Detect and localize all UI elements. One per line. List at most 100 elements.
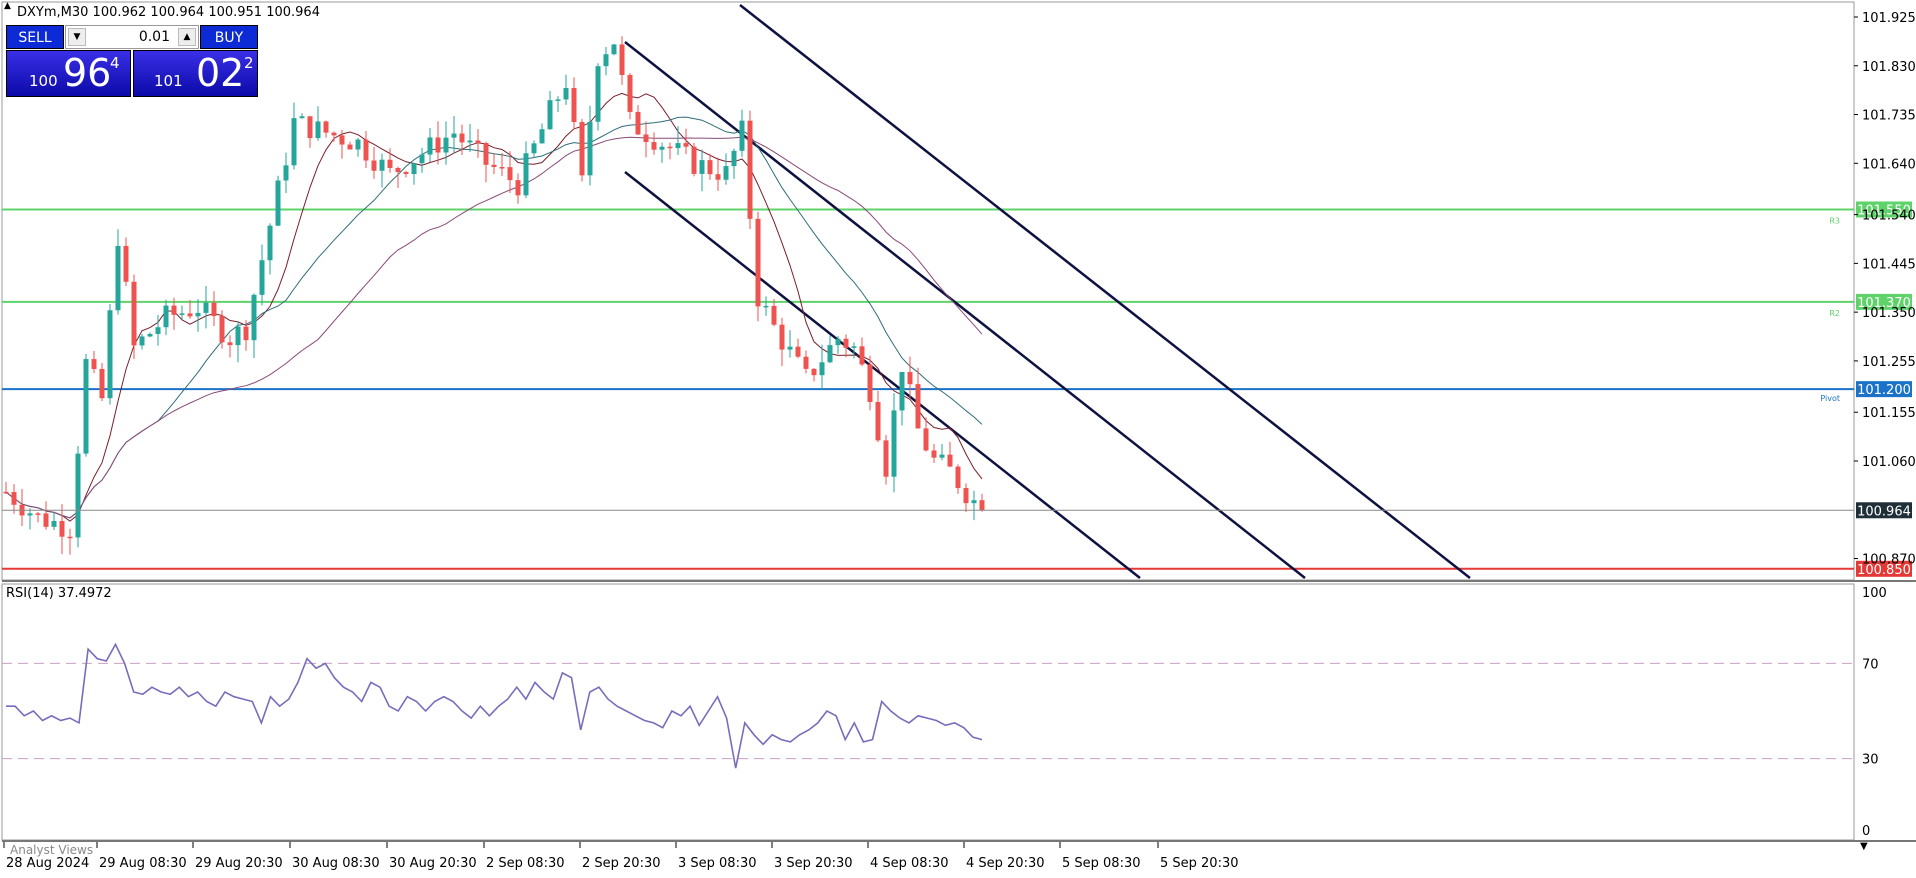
candle-body (75, 453, 81, 538)
candle-body (963, 488, 969, 504)
candle-body (363, 139, 369, 161)
price-tick-label: 101.060 (1862, 455, 1916, 470)
time-tick-label: 3 Sep 08:30 (678, 856, 757, 871)
candle-body (627, 74, 633, 112)
candle-body (595, 66, 601, 122)
rsi-tick-label: 100 (1862, 586, 1887, 601)
main-chart-frame (1, 1, 1855, 581)
candle-body (787, 346, 793, 350)
sell-price-button[interactable]: 100 96 4 (6, 50, 131, 97)
candle-body (843, 338, 849, 348)
candle-body (723, 166, 729, 180)
candle-body (171, 305, 177, 315)
time-tick-label: 29 Aug 08:30 (99, 856, 187, 871)
candle-body (611, 44, 617, 55)
candle-body (411, 163, 417, 174)
candle-body (331, 132, 337, 136)
price-tick-label: 101.540 (1862, 209, 1916, 224)
price-tick-label: 101.255 (1862, 355, 1916, 370)
sell-price-prefix: 100 (29, 72, 58, 90)
candle-body (323, 121, 329, 133)
candle-body (739, 120, 745, 151)
candle-body (267, 225, 273, 261)
price-tick-label: 100.870 (1862, 553, 1916, 568)
candle-body (707, 160, 713, 175)
candle-body (859, 346, 865, 365)
candle-body (819, 362, 825, 376)
candle-body (555, 99, 561, 101)
candle-body (835, 338, 841, 346)
chart-title: DXYm,M30 100.962 100.964 100.951 100.964 (17, 5, 320, 20)
candle-body (51, 521, 57, 527)
chart-canvas[interactable]: 101.550R3101.370R2101.200Pivot100.850 10… (0, 0, 1916, 874)
candle-body (619, 44, 625, 75)
candle-body (435, 137, 441, 153)
time-tick-label: 29 Aug 20:30 (195, 856, 283, 871)
candle-body (3, 491, 9, 494)
candle-body (803, 356, 809, 369)
lot-size-box: ▼ ▲ (65, 25, 199, 49)
candle-body (387, 159, 393, 168)
candle-body (459, 133, 465, 143)
candle-body (155, 327, 161, 334)
level-tag: R3 (1829, 216, 1840, 225)
candle-body (299, 116, 305, 119)
sell-button[interactable]: SELL (6, 25, 64, 49)
candle-body (875, 401, 881, 441)
candle-body (339, 135, 345, 145)
candle-body (203, 302, 209, 313)
candle-body (139, 336, 145, 346)
buy-price-fraction: 2 (244, 54, 254, 72)
current-price-label: 100.964 (1857, 504, 1911, 519)
candle-body (107, 310, 113, 399)
candle-body (163, 305, 169, 328)
candle-body (731, 150, 737, 167)
sell-price-main: 96 (63, 51, 112, 95)
candle-body (563, 88, 569, 100)
candle-body (219, 316, 225, 343)
candle-body (907, 372, 913, 385)
candle-body (971, 500, 977, 504)
rsi-tick-label: 70 (1862, 657, 1879, 672)
lot-increase-icon[interactable]: ▲ (178, 28, 196, 46)
buy-button[interactable]: BUY (200, 25, 258, 49)
time-tick-label: 4 Sep 08:30 (870, 856, 949, 871)
candle-body (891, 410, 897, 477)
candle-body (763, 305, 769, 308)
candle-body (579, 122, 585, 176)
candle-body (547, 100, 553, 130)
lot-size-input[interactable] (90, 27, 170, 47)
candle-body (347, 144, 353, 150)
candle-body (899, 372, 905, 411)
candle-body (67, 536, 73, 539)
price-tick-label: 101.925 (1862, 11, 1916, 26)
candle-body (419, 154, 425, 164)
candle-body (115, 245, 121, 311)
bottom-tab-label[interactable]: Analyst Views (10, 843, 93, 857)
candle-body (491, 164, 497, 168)
candle-body (675, 143, 681, 149)
price-tick-label: 101.640 (1862, 157, 1916, 172)
candle-body (467, 140, 473, 143)
lot-decrease-icon[interactable]: ▼ (68, 28, 86, 46)
candle-body (691, 146, 697, 174)
buy-price-main: 02 (196, 51, 245, 95)
scroll-down-icon[interactable]: ▼ (1860, 841, 1868, 852)
candle-body (131, 281, 137, 346)
candle-body (211, 302, 217, 317)
candle-body (867, 364, 873, 402)
candle-body (643, 134, 649, 143)
candle-body (307, 116, 313, 139)
candle-body (747, 120, 753, 219)
candle-body (755, 218, 761, 307)
candle-body (315, 121, 321, 139)
header-triangle-icon[interactable]: ▲ (4, 1, 11, 11)
buy-price-button[interactable]: 101 02 2 (133, 50, 258, 97)
price-tick-label: 101.155 (1862, 406, 1916, 421)
chart-window: 101.550 R3 101.370 R2 101.200 Pivot 100.850 10… (0, 0, 1916, 874)
candle-body (291, 118, 297, 166)
candle-body (187, 313, 193, 317)
time-tick-label: 28 Aug 2024 (6, 856, 89, 871)
candle-body (483, 143, 489, 165)
time-tick-label: 30 Aug 20:30 (389, 856, 477, 871)
